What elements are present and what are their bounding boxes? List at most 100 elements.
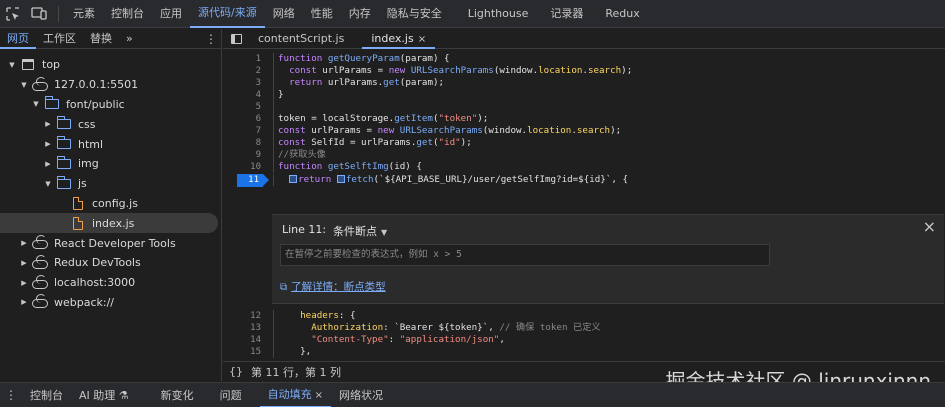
tab-performance[interactable]: 性能 <box>303 0 341 28</box>
tree-item[interactable]: ▶ html <box>0 134 221 154</box>
code-line[interactable]: 5 <box>223 101 945 113</box>
tab-sources[interactable]: 源代码/来源 <box>190 0 265 28</box>
line-number[interactable]: 10 <box>223 161 261 173</box>
chevron-right-icon[interactable]: ▶ <box>18 259 30 267</box>
chevron-right-icon[interactable]: ▶ <box>18 279 30 287</box>
drawer-menu-icon[interactable]: ⋮ <box>0 388 22 402</box>
tree-item[interactable]: ▶ img <box>0 154 221 174</box>
line-number[interactable]: 14 <box>223 334 261 346</box>
chevron-right-icon[interactable]: ▶ <box>42 140 54 148</box>
breakpoint-type-select[interactable]: 条件断点 ▼ <box>333 223 387 239</box>
drawer-tab-network-conditions[interactable]: 网络状况 <box>331 383 391 407</box>
chevron-down-icon[interactable]: ▼ <box>42 180 54 188</box>
chevron-right-icon[interactable]: ▶ <box>18 239 30 247</box>
tab-lighthouse[interactable]: Lighthouse <box>460 0 543 28</box>
condition-input[interactable]: 在暂停之前要检查的表达式，例如 x > 5 <box>280 244 770 266</box>
code-text: //获取头像 <box>278 149 326 160</box>
chevron-right-icon[interactable]: ▶ <box>42 160 54 168</box>
tree-item[interactable]: ▶ React Developer Tools <box>0 233 221 253</box>
chevron-right-icon[interactable]: ▶ <box>42 120 54 128</box>
line-number[interactable]: 13 <box>223 322 261 334</box>
tree-item-label: localhost:3000 <box>54 276 136 290</box>
tab-network[interactable]: 网络 <box>265 0 303 28</box>
tree-item[interactable]: ▶ Redux DevTools <box>0 253 221 273</box>
breakpoint-marker[interactable]: 11 <box>237 174 269 187</box>
drawer-tab-autofill[interactable]: 自动填充 × <box>259 383 332 407</box>
line-number[interactable]: 1 <box>223 53 261 65</box>
code-line[interactable]: 11 return fetch(`${API_BASE_URL}/user/ge… <box>223 174 945 187</box>
folder-icon <box>54 136 74 151</box>
code-line[interactable]: 15 }, <box>223 346 945 358</box>
toggle-navigator-icon[interactable] <box>223 29 249 49</box>
tree-item[interactable]: config.js <box>0 194 221 214</box>
code-line[interactable]: 12 headers: { <box>223 310 945 322</box>
tab-workspace[interactable]: 工作区 <box>36 29 83 49</box>
tab-redux[interactable]: Redux <box>597 0 647 28</box>
code-line[interactable]: 10 function getSelftImg(id) { <box>223 161 945 173</box>
inline-breakpoint-icon[interactable] <box>289 175 298 183</box>
drawer-tab-console[interactable]: 控制台 <box>22 383 71 407</box>
line-number[interactable]: 9 <box>223 149 261 161</box>
tab-memory[interactable]: 内存 <box>341 0 379 28</box>
code-line[interactable]: 9 //获取头像 <box>223 149 945 161</box>
folder-icon <box>54 116 74 131</box>
tree-item[interactable]: ▼ 127.0.0.1:5501 <box>0 75 221 95</box>
line-number[interactable]: 2 <box>223 65 261 77</box>
inspect-element-icon[interactable] <box>0 0 26 28</box>
learn-more-link[interactable]: ⧉ 了解详情：断点类型 <box>280 279 386 294</box>
folder-icon <box>54 175 74 191</box>
line-number[interactable]: 5 <box>223 101 261 113</box>
tab-application[interactable]: 应用 <box>152 0 190 28</box>
line-number[interactable]: 6 <box>223 113 261 125</box>
tab-elements[interactable]: 元素 <box>65 0 103 28</box>
editor-tab-index[interactable]: index.js × <box>362 29 436 49</box>
code-line[interactable]: 6 token = localStorage.getItem("token"); <box>223 113 945 125</box>
code-line[interactable]: 14 "Content-Type": "application/json", <box>223 334 945 346</box>
chevron-down-icon[interactable]: ▼ <box>6 61 18 69</box>
line-number[interactable]: 7 <box>223 125 261 137</box>
tree-item[interactable]: ▼ top <box>0 55 221 75</box>
line-number[interactable]: 15 <box>223 346 261 358</box>
code-line[interactable]: 13 Authorization: `Bearer ${token}`, // … <box>223 322 945 334</box>
navigator-menu-icon[interactable]: ⋮ <box>201 32 221 46</box>
line-number[interactable]: 8 <box>223 137 261 149</box>
close-tab-icon[interactable]: × <box>418 34 426 45</box>
line-number[interactable]: 4 <box>223 89 261 101</box>
code-line[interactable]: 2 const urlParams = new URLSearchParams(… <box>223 65 945 77</box>
tree-item[interactable]: ▼ js <box>0 174 221 194</box>
line-number[interactable]: 12 <box>223 310 261 322</box>
tab-console[interactable]: 控制台 <box>103 0 152 28</box>
device-toolbar-icon[interactable] <box>26 0 52 28</box>
close-icon[interactable]: × <box>923 219 936 235</box>
code-line[interactable]: 3 return urlParams.get(param); <box>223 77 945 89</box>
tab-privacy-security[interactable]: 隐私与安全 <box>379 0 460 28</box>
tree-item[interactable]: index.js <box>0 213 218 234</box>
tree-item-label: React Developer Tools <box>54 236 176 250</box>
line-number[interactable]: 3 <box>223 77 261 89</box>
pretty-print-icon[interactable]: {} <box>229 365 243 378</box>
chevron-right-icon[interactable]: ▶ <box>18 298 30 306</box>
tab-overrides[interactable]: 替换 <box>83 29 119 49</box>
tree-item[interactable]: ▶ css <box>0 114 221 134</box>
tree-item[interactable]: ▶ localhost:3000 <box>0 273 221 293</box>
breakpoint-line-label: Line 11: <box>282 223 327 236</box>
code-line[interactable]: 1 function getQueryParam(param) { <box>223 53 945 65</box>
close-tab-icon[interactable]: × <box>315 390 323 401</box>
editor-tab-contentscript[interactable]: contentScript.js <box>249 29 362 49</box>
tree-item[interactable]: ▼ font/public <box>0 95 221 115</box>
drawer-tab-ai-assistant[interactable]: AI 助理 ⚗ <box>71 383 153 407</box>
chevron-down-icon[interactable]: ▼ <box>30 100 42 108</box>
code-line[interactable]: 4} <box>223 89 945 101</box>
tab-recorder[interactable]: 记录器 <box>542 0 597 28</box>
tree-item-label: config.js <box>92 196 138 210</box>
inline-breakpoint-icon[interactable] <box>336 175 345 183</box>
tree-item-label: font/public <box>66 97 125 111</box>
code-line[interactable]: 8 const SelfId = urlParams.get("id"); <box>223 137 945 149</box>
tree-item[interactable]: ▶ webpack:// <box>0 293 221 313</box>
drawer-tab-whats-new[interactable]: 新变化 <box>153 383 212 407</box>
more-tabs-icon[interactable]: » <box>119 29 140 49</box>
drawer-tab-issues[interactable]: 问题 <box>212 383 260 407</box>
code-line[interactable]: 7 const urlParams = new URLSearchParams(w… <box>223 125 945 137</box>
tab-page[interactable]: 网页 <box>0 29 36 49</box>
chevron-down-icon[interactable]: ▼ <box>18 81 30 89</box>
